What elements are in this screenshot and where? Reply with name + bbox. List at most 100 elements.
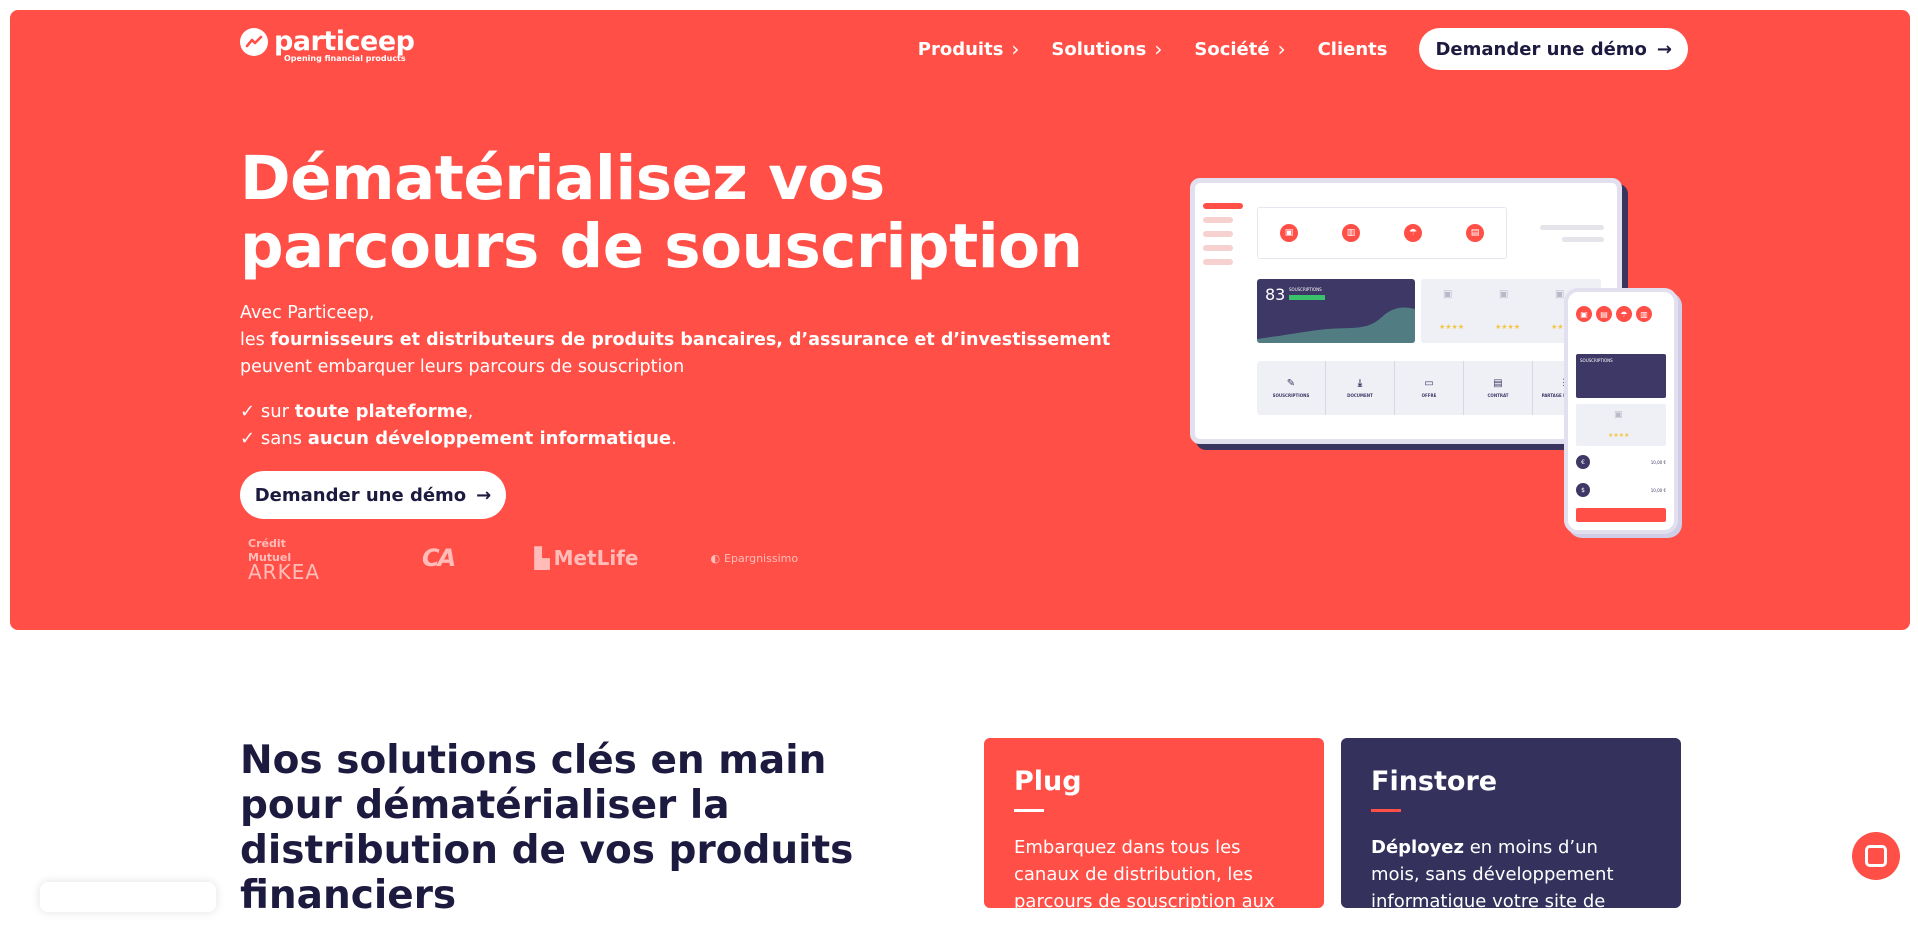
dashboard-mockup: ▣ ▥ ☂ ▤ 83 SOUSCRIPTIONS ▣ ▣ ▣ ★★★★ ★★★★… [1190, 178, 1622, 444]
card-underline [1371, 809, 1401, 812]
step-label: DOCUMENT [1347, 393, 1373, 398]
download-icon: ⤓ [1357, 378, 1363, 389]
check-punct: , [467, 401, 474, 422]
hero-checklist: ✓ sur toute plateforme, ✓ sans aucun dév… [240, 398, 677, 452]
check-icon: ✓ [240, 428, 261, 449]
phone-balance-row: $10,00 € [1576, 480, 1666, 500]
hero-intro: Avec Particeep, les fournisseurs et dist… [240, 300, 1140, 381]
hero-demo-button[interactable]: Demander une démo → [240, 471, 506, 519]
cookie-widget[interactable] [40, 882, 216, 912]
solutions-title: Nos solutions clés en main pour dématéri… [240, 738, 854, 918]
intro-text-end: peuvent embarquer leurs parcours de sous… [240, 357, 685, 377]
phone-profile-card: ▣ ★★★★ [1576, 404, 1666, 446]
check-item: ✓ sans aucun développement informatique. [240, 425, 677, 452]
balance-amount: 10,00 € [1650, 459, 1666, 465]
document-icon: ▤ [1493, 378, 1503, 389]
card-text: Embarquez dans tous les canaux de distri… [1014, 837, 1275, 939]
kpi-area-chart [1257, 307, 1415, 343]
nav-item-clients[interactable]: Clients [1318, 39, 1388, 60]
arkea-logo: Crédit Mutuel ARKEA [248, 537, 330, 584]
check-text: sans [260, 428, 308, 449]
mockup-bar [1540, 225, 1604, 230]
partner-logos: Crédit Mutuel ARKEA CA ▙ MetLife ◐ Epargnis… [248, 537, 798, 584]
chevron-right-icon: › [1277, 37, 1286, 61]
card-icon: ▤ [1466, 224, 1484, 242]
phone-balance-row: €10,00 € [1576, 452, 1666, 472]
logo-icon [240, 28, 268, 56]
chat-icon [1865, 845, 1887, 867]
intro-bold: fournisseurs et distributeurs de produit… [270, 330, 1111, 350]
epargnissimo-icon: ◐ [710, 551, 721, 565]
step-label: OFFRE [1421, 393, 1437, 398]
metlife-icon: ▙ [534, 546, 550, 570]
arrow-right-icon: → [1656, 38, 1672, 60]
card-icon: ▤ [1596, 306, 1612, 322]
credit-agricole-logo: CA [422, 544, 456, 572]
wallet-icon: ▭ [1424, 378, 1434, 389]
rating-stars: ★★★★ [1608, 432, 1630, 439]
particeep-logo[interactable]: particeep Opening financial products [240, 26, 415, 63]
step-label: CONTRAT [1487, 393, 1509, 398]
plug-card[interactable]: Plug Embarquez dans tous les canaux de d… [984, 738, 1324, 939]
intro-line1: Avec Particeep, [240, 303, 375, 323]
check-bold: aucun développement informatique [307, 428, 672, 449]
hero-title: Dématérialisez vos parcours de souscript… [240, 143, 1083, 282]
step: ✎ SOUSCRIPTIONS [1257, 361, 1326, 415]
check-icon: ✓ [240, 401, 261, 422]
kpi-label: SOUSCRIPTIONS [1289, 287, 1322, 292]
mockup-steps: ✎ SOUSCRIPTIONS ⤓ DOCUMENT ▭ OFFRE ▤ CONTRAT… [1257, 361, 1601, 415]
euro-icon: € [1576, 455, 1590, 469]
demo-label: Demander une démo [254, 484, 467, 506]
metlife-text: MetLife [553, 546, 639, 570]
user-icon: ▣ [1555, 289, 1565, 300]
user-icon: ▣ [1614, 410, 1623, 420]
metlife-logo: ▙ MetLife [534, 546, 638, 570]
logo-wordmark: particeep [274, 26, 415, 57]
mockup-icons-card: ▣ ▥ ☂ ▤ [1257, 207, 1507, 259]
check-punct: . [671, 428, 677, 449]
mockup-bar [1562, 237, 1604, 242]
nav-item-produits[interactable]: Produits › [918, 37, 1020, 61]
arkea-line2: ARKEA [248, 560, 321, 584]
building-icon: ▥ [1636, 306, 1652, 322]
briefcase-icon: ▣ [1280, 224, 1298, 242]
card-title: Plug [1014, 766, 1082, 797]
card-underline [1014, 809, 1044, 812]
check-text: sur [260, 401, 295, 422]
balance-amount: 10,00 € [1650, 487, 1666, 493]
logo-tagline: Opening financial products [284, 54, 406, 63]
card-text: Déployez en moins d’un mois, sans dévelo… [1371, 834, 1651, 915]
nav-demo-button[interactable]: Demander une démo → [1419, 28, 1688, 70]
nav-label: Produits [917, 38, 1004, 60]
finstore-card[interactable]: Finstore Déployez en moins d’un mois, sa… [1341, 738, 1681, 912]
phone-cta-button [1576, 508, 1666, 522]
phone-icon-row: ▣ ▤ ☂ ▥ [1576, 306, 1652, 322]
check-item: ✓ sur toute plateforme, [240, 398, 677, 425]
chevron-right-icon: › [1011, 37, 1020, 61]
user-icon: ▣ [1499, 289, 1509, 300]
umbrella-icon: ☂ [1404, 224, 1422, 242]
step-label: SOUSCRIPTIONS [1272, 393, 1310, 398]
dollar-icon: $ [1576, 483, 1590, 497]
phone-kpi-card: SOUSCRIPTIONS [1576, 354, 1666, 398]
nav-item-societe[interactable]: Société › [1194, 37, 1285, 61]
briefcase-icon: ▣ [1576, 306, 1592, 322]
nav-label: Société [1194, 38, 1270, 60]
intro-line2: les fournisseurs et distributeurs de pro… [240, 327, 1140, 381]
epargnissimo-logo: ◐ Epargnissimo [710, 552, 798, 565]
chat-launcher-button[interactable] [1852, 832, 1900, 880]
nav-item-solutions[interactable]: Solutions › [1051, 37, 1162, 61]
phone-kpi-label: SOUSCRIPTIONS [1580, 358, 1613, 363]
nav-label: Solutions [1051, 38, 1147, 60]
card-text-bold: Déployez [1371, 837, 1464, 858]
arrow-right-icon: → [476, 484, 492, 506]
check-bold: toute plateforme [294, 401, 468, 422]
mockup-sidebar [1203, 203, 1243, 273]
rating-stars: ★★★★ [1439, 323, 1465, 331]
user-icon: ▣ [1443, 289, 1453, 300]
phone-mockup: ▣ ▤ ☂ ▥ SOUSCRIPTIONS ▣ ★★★★ €10,00 € $1… [1564, 288, 1678, 534]
step: ⤓ DOCUMENT [1326, 361, 1395, 415]
main-nav: Produits › Solutions › Société › Clients De… [918, 28, 1688, 70]
signature-icon: ✎ [1286, 378, 1296, 389]
chevron-right-icon: › [1154, 37, 1163, 61]
